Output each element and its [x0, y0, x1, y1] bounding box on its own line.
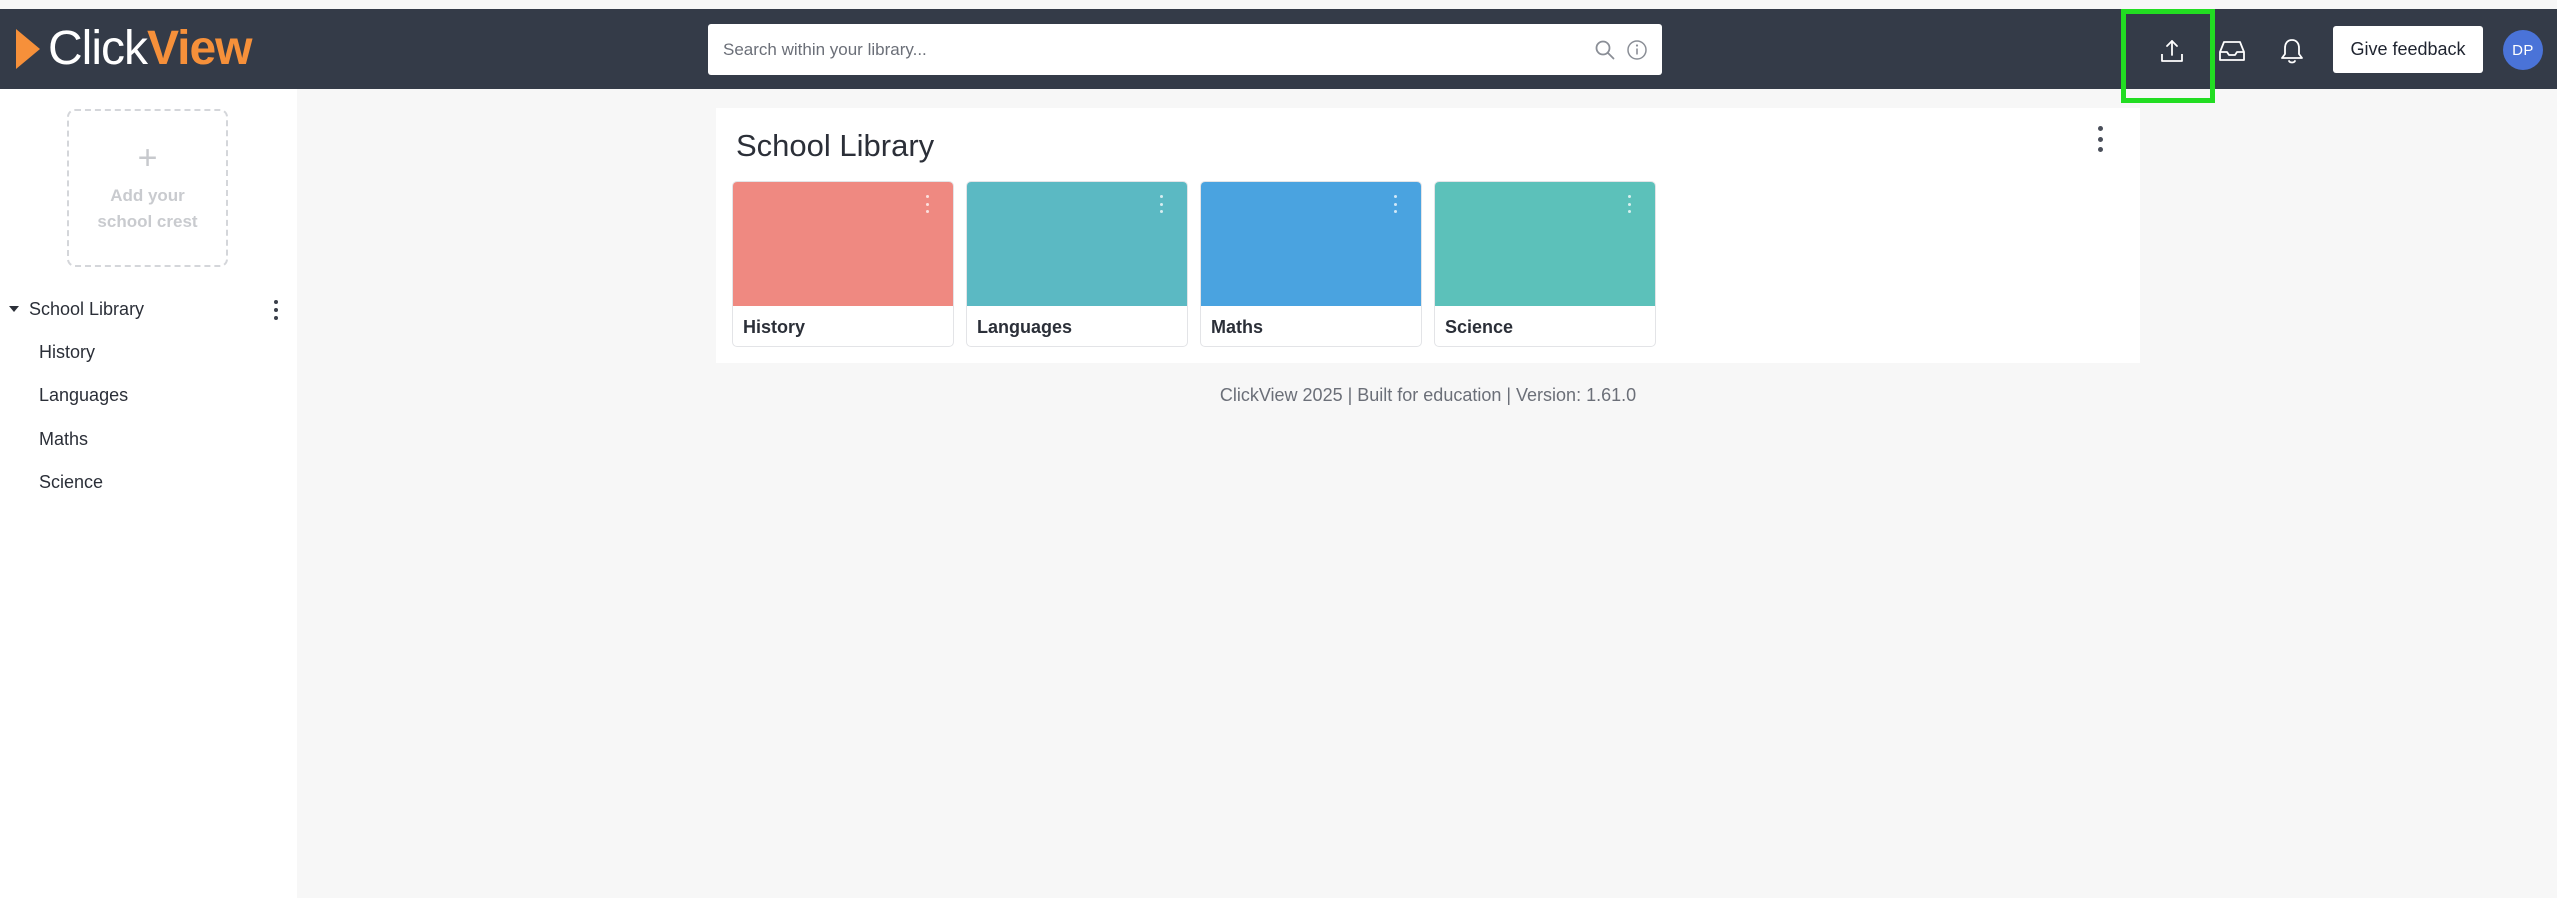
tile-more-options-icon[interactable]: [1157, 195, 1165, 213]
tile-more-options-icon[interactable]: [1625, 195, 1633, 213]
tile-more-options-icon[interactable]: [1391, 195, 1399, 213]
library-more-options-icon[interactable]: [2094, 126, 2106, 152]
crest-label: Add your school crest: [69, 183, 226, 235]
logo-text-view: View: [147, 22, 253, 75]
give-feedback-button[interactable]: Give feedback: [2333, 26, 2483, 73]
user-avatar[interactable]: DP: [2503, 30, 2543, 70]
logo-wordmark: ClickView: [48, 22, 253, 75]
tile-cover: [967, 182, 1187, 306]
caret-down-icon[interactable]: [9, 306, 19, 312]
library-card: School Library History Languages Maths S…: [716, 108, 2140, 363]
tile-cover: [733, 182, 953, 306]
tile-more-options-icon[interactable]: [923, 195, 931, 213]
sidebar-item-languages[interactable]: Languages: [39, 385, 128, 406]
tile-label: Languages: [977, 317, 1073, 337]
top-strip: [0, 0, 2557, 9]
logo-text-click: Click: [48, 22, 148, 75]
plus-icon: +: [137, 139, 158, 177]
tile-cover: [1201, 182, 1421, 306]
sidebar-item-history[interactable]: History: [39, 342, 95, 363]
more-options-icon[interactable]: [270, 300, 282, 320]
footer-text: ClickView 2025 | Built for education | V…: [1219, 385, 1637, 405]
tile-label: History: [743, 317, 806, 337]
add-school-crest-button[interactable]: + Add your school crest: [67, 109, 228, 267]
search-input[interactable]: [708, 24, 1592, 75]
tile-label: Science: [1445, 317, 1514, 337]
tile-cover: [1435, 182, 1655, 306]
folder-tile-history[interactable]: History: [732, 181, 954, 347]
page-title: School Library: [736, 128, 935, 163]
search-icon[interactable]: [1592, 37, 1618, 63]
bell-icon[interactable]: [2272, 31, 2312, 71]
inbox-icon[interactable]: [2212, 31, 2252, 71]
sidebar: + Add your school crest School Library H…: [0, 89, 297, 898]
tile-label: Maths: [1211, 317, 1264, 337]
logo-play-icon: [16, 29, 40, 69]
folder-tile-languages[interactable]: Languages: [966, 181, 1188, 347]
sidebar-item-maths[interactable]: Maths: [39, 429, 88, 450]
folder-tile-maths[interactable]: Maths: [1200, 181, 1422, 347]
folder-tile-science[interactable]: Science: [1434, 181, 1656, 347]
upload-icon[interactable]: [2152, 31, 2192, 71]
crest-label-line1: Add your: [110, 186, 185, 205]
sidebar-item-science[interactable]: Science: [39, 472, 103, 493]
sidebar-item-school-library[interactable]: School Library: [0, 294, 297, 324]
info-icon[interactable]: [1624, 37, 1650, 63]
clickview-logo[interactable]: ClickView: [16, 22, 253, 75]
search-bar: [708, 24, 1662, 75]
crest-label-line2: school crest: [97, 212, 198, 231]
sidebar-root-label: School Library: [29, 298, 145, 319]
top-header: ClickView Give feedback DP: [0, 9, 2557, 103]
